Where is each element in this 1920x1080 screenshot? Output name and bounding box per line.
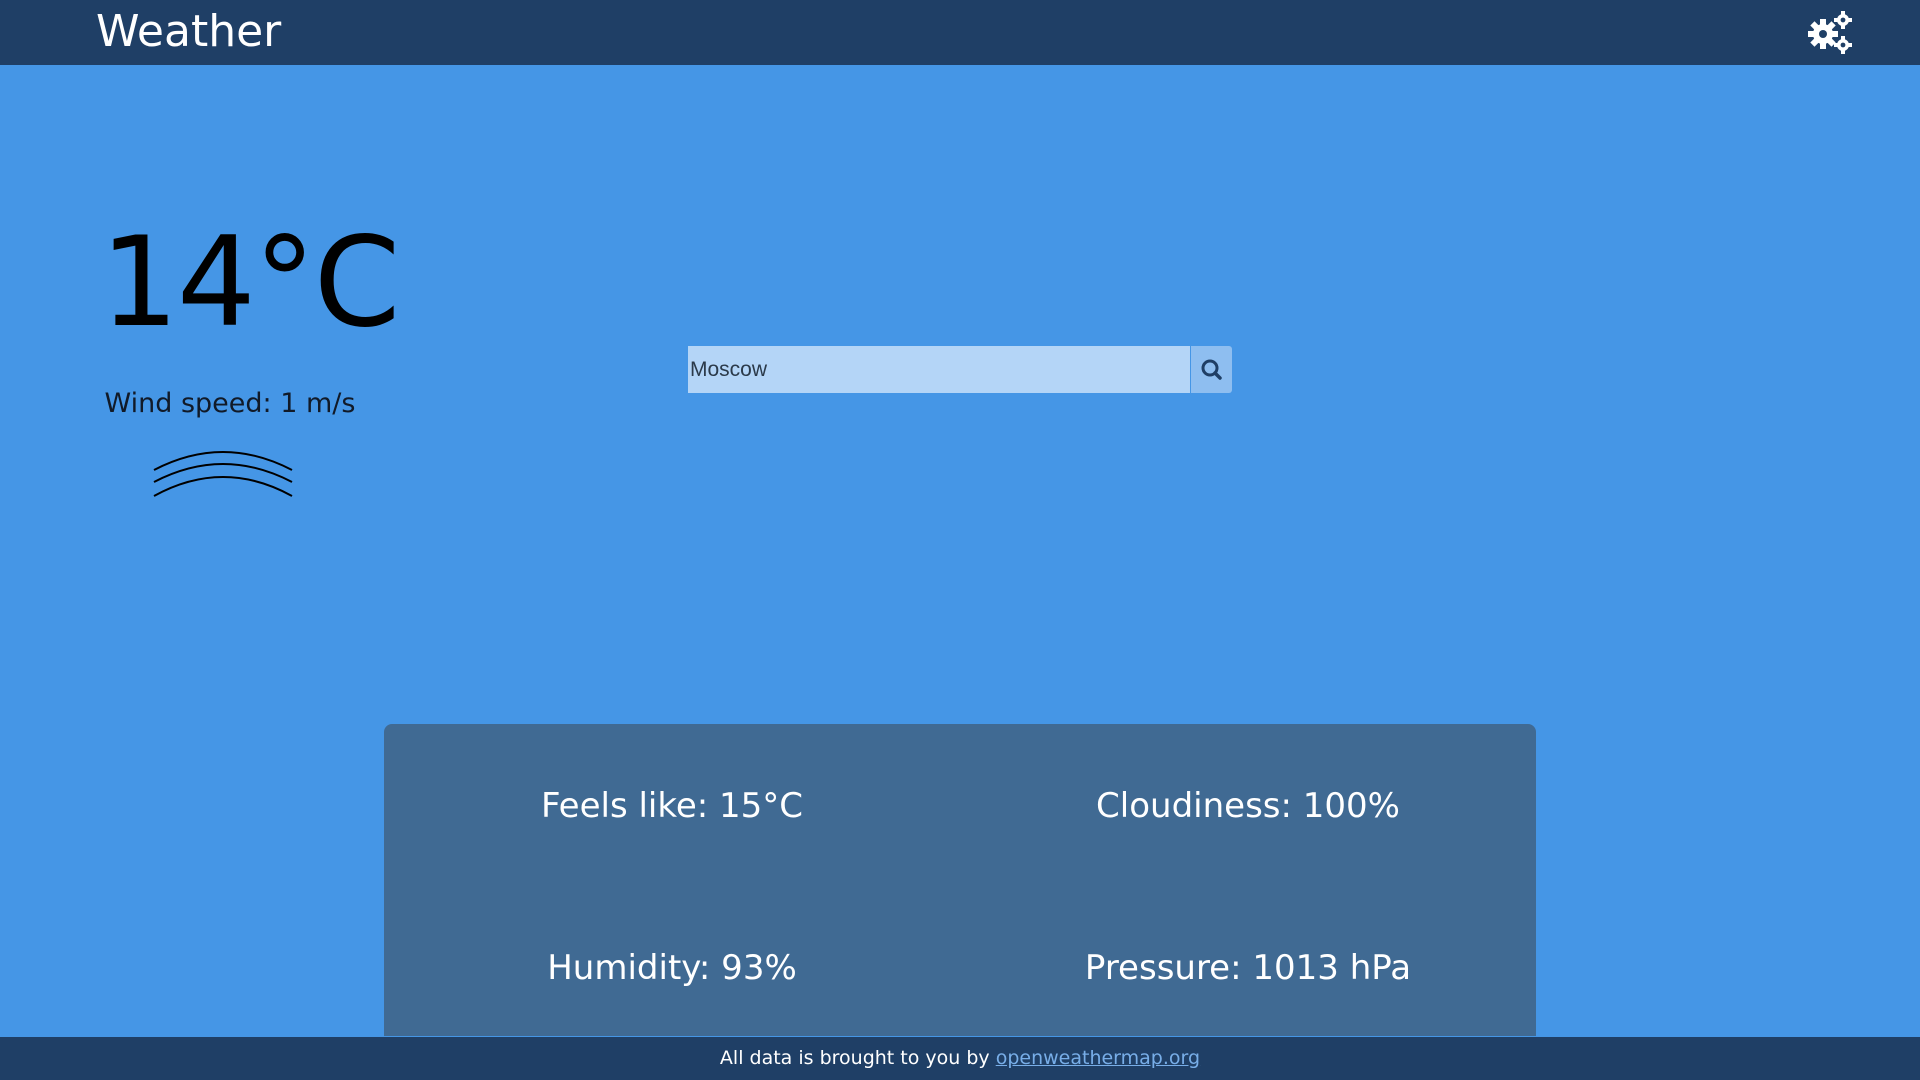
footer: All data is brought to you by openweathe…	[0, 1037, 1920, 1080]
city-search-input[interactable]	[688, 346, 1190, 393]
search-button[interactable]	[1191, 346, 1232, 393]
search-icon	[1201, 359, 1222, 380]
app-title: Weather	[96, 6, 282, 57]
gears-icon	[1808, 11, 1852, 54]
search-bar	[688, 346, 1232, 393]
top-bar: Weather	[0, 0, 1920, 65]
settings-button[interactable]	[1806, 10, 1854, 54]
feels-like: Feels like: 15°C	[540, 786, 804, 826]
wind-waves-icon	[153, 451, 293, 497]
humidity: Humidity: 93%	[547, 948, 797, 988]
temperature: 14°C	[100, 211, 400, 355]
openweathermap-link[interactable]: openweathermap.org	[996, 1047, 1200, 1069]
footer-text: All data is brought to you by	[719, 1047, 996, 1069]
pressure: Pressure: 1013 hPa	[1084, 948, 1412, 988]
wind-speed: Wind speed: 1 m/s	[104, 388, 356, 419]
weather-details-panel: Feels like: 15°C Cloudiness: 100% Humidi…	[384, 724, 1536, 1036]
cloudiness: Cloudiness: 100%	[1096, 786, 1400, 826]
